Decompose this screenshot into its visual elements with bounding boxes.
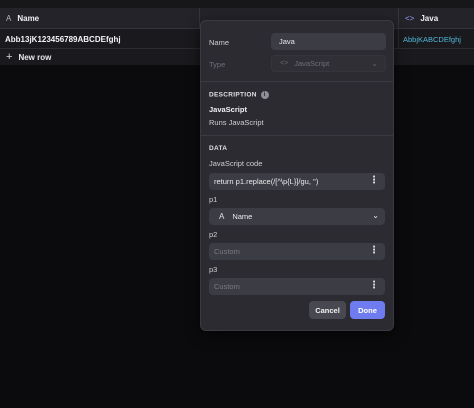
description-text: Runs JavaScript: [209, 118, 264, 127]
code-value: return p1.replace(/[^\p{L}]/gu, ''): [214, 177, 319, 186]
cell-name[interactable]: Abb13jK123456789ABCDEfghj: [5, 29, 121, 49]
p2-placeholder: Custom: [214, 247, 240, 256]
p3-placeholder: Custom: [214, 282, 240, 291]
column-config-panel: Name Java Type <> JavaScript ⌄ DESCRIPTI…: [200, 20, 394, 331]
chevron-down-icon: ⌄: [372, 211, 379, 220]
type-select: <> JavaScript ⌄: [271, 55, 386, 72]
plus-icon: +: [6, 51, 13, 63]
description-title: JavaScript: [209, 105, 247, 114]
info-icon[interactable]: i: [260, 91, 269, 99]
text-type-icon: A: [219, 212, 225, 221]
divider: [201, 81, 393, 82]
type-value: JavaScript: [294, 59, 330, 68]
column-header-java[interactable]: <> Java: [398, 8, 474, 29]
p3-input[interactable]: Custom ⋮: [209, 278, 385, 295]
description-section-title: DESCRIPTION i: [209, 91, 269, 99]
done-button[interactable]: Done: [350, 301, 385, 319]
data-section-title: DATA: [209, 145, 228, 152]
p3-label: p3: [209, 265, 218, 274]
code-input[interactable]: return p1.replace(/[^\p{L}]/gu, '') ⋮: [209, 173, 385, 190]
p2-input[interactable]: Custom ⋮: [209, 243, 385, 260]
code-icon: <>: [280, 60, 289, 67]
p1-label: p1: [209, 195, 218, 204]
top-strip: [0, 0, 474, 8]
chevron-down-icon: ⌄: [371, 59, 378, 68]
type-label: Type: [209, 60, 226, 69]
cancel-button[interactable]: Cancel: [309, 301, 346, 319]
code-label: JavaScript code: [209, 159, 263, 168]
more-options-icon[interactable]: ⋮: [369, 280, 379, 292]
new-row-label: New row: [18, 52, 52, 62]
code-icon: <>: [405, 14, 415, 23]
column-header-label: Java: [420, 14, 439, 23]
description-section-label: DESCRIPTION: [209, 91, 257, 99]
name-input[interactable]: Java: [271, 33, 386, 50]
more-options-icon[interactable]: ⋮: [369, 245, 379, 257]
cell-java[interactable]: AbbjKABCDEfghj: [398, 29, 474, 49]
p1-value: Name: [232, 212, 253, 221]
divider: [201, 135, 393, 136]
name-label: Name: [209, 38, 230, 47]
more-options-icon[interactable]: ⋮: [369, 175, 379, 187]
column-header-name[interactable]: A Name: [0, 8, 200, 29]
column-header-label: Name: [17, 14, 40, 23]
text-type-icon: A: [6, 14, 12, 23]
p2-label: p2: [209, 230, 218, 239]
p1-select[interactable]: A Name ⌄: [209, 208, 385, 225]
